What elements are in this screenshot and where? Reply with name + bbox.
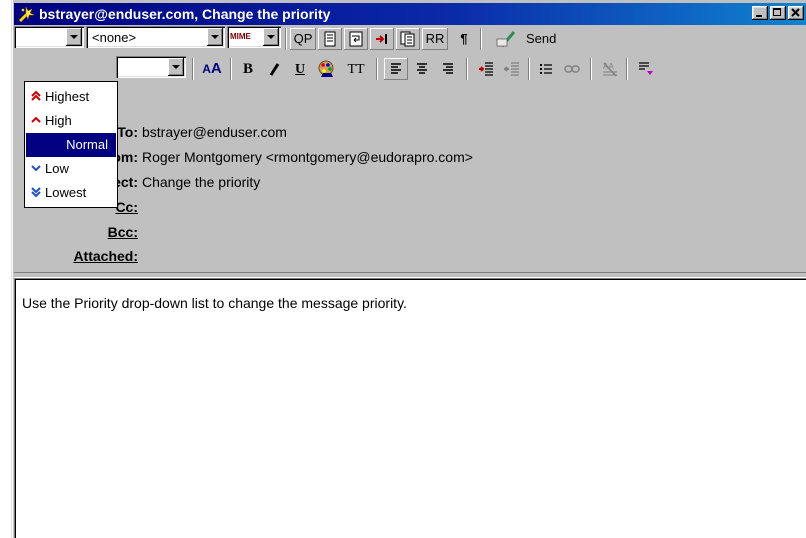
indent-icon <box>479 62 493 76</box>
align-center-icon <box>417 63 427 74</box>
link-icon <box>564 65 580 73</box>
tab-arrow-icon <box>376 34 387 44</box>
return-receipt-button[interactable]: RR <box>422 28 448 50</box>
align-left-icon <box>391 63 401 74</box>
encoding-dropdown[interactable]: MIME <box>227 26 281 48</box>
priority-option-high[interactable]: High <box>26 109 116 133</box>
clear-formatting-icon: AA <box>603 62 617 77</box>
italic-button[interactable] <box>262 58 286 80</box>
bullet-list-button[interactable] <box>534 58 558 80</box>
bold-button[interactable]: B <box>236 58 260 80</box>
pilcrow-icon: ¶ <box>460 31 468 46</box>
priority-dropdown-button[interactable] <box>66 28 82 46</box>
rr-label: RR <box>425 31 445 46</box>
window-title: bstrayer@enduser.com, Change the priorit… <box>39 6 331 22</box>
double-down-arrow-icon <box>31 187 41 198</box>
bcc-field[interactable] <box>142 224 782 242</box>
minimize-icon <box>756 15 762 17</box>
clear-formatting-button[interactable]: AA <box>598 58 622 80</box>
align-center-button[interactable] <box>410 58 434 80</box>
compose-window: bstrayer@enduser.com, Change the priorit… <box>11 0 806 538</box>
double-up-arrow-icon <box>31 90 41 101</box>
align-right-icon <box>443 63 453 74</box>
outdent-button[interactable] <box>500 58 524 80</box>
cc-label: Cc: <box>115 199 138 215</box>
word-wrap-button[interactable] <box>344 28 368 50</box>
align-left-button[interactable] <box>384 58 408 80</box>
mime-label: MIME <box>230 32 251 41</box>
eudora-app-icon <box>18 6 35 23</box>
more-options-button[interactable] <box>634 58 658 80</box>
subject-field[interactable]: Change the priority <box>142 174 260 190</box>
font-size-icon: AA <box>202 60 222 77</box>
teletype-button[interactable]: TT <box>342 58 370 80</box>
document-icon <box>324 31 336 47</box>
qp-label: QP <box>293 31 313 46</box>
toolbar-row-1: <none> MIME QP RR ¶ Send <box>14 26 806 54</box>
underline-label: U <box>294 62 306 77</box>
text-as-attachment-button[interactable] <box>318 28 342 50</box>
maximize-button[interactable] <box>770 6 786 20</box>
up-arrow-icon <box>31 116 41 123</box>
font-size-button[interactable]: AA <box>200 58 224 80</box>
title-bar[interactable]: bstrayer@enduser.com, Change the priorit… <box>14 3 806 25</box>
minimize-button[interactable] <box>752 6 768 20</box>
keep-copy-button[interactable] <box>396 28 420 50</box>
insert-link-button[interactable] <box>560 58 584 80</box>
signature-value: <none> <box>92 30 137 45</box>
priority-option-label: Lowest <box>45 185 87 200</box>
cc-field[interactable] <box>142 199 782 217</box>
close-button[interactable] <box>788 6 804 20</box>
priority-option-label: Highest <box>45 89 90 104</box>
priority-option-low[interactable]: Low <box>26 157 116 181</box>
from-field[interactable]: Roger Montgomery <rmontgomery@eudorapro.… <box>142 149 473 165</box>
encoding-dropdown-button[interactable] <box>263 28 279 46</box>
to-field[interactable]: bstrayer@enduser.com <box>142 124 287 140</box>
tt-label: TT <box>347 62 365 77</box>
down-arrow-icon <box>31 165 41 172</box>
tab-in-body-button[interactable] <box>370 28 394 50</box>
attached-field[interactable] <box>142 248 782 266</box>
priority-option-label: Normal <box>66 137 108 152</box>
priority-option-lowest[interactable]: Lowest <box>26 181 116 205</box>
priority-menu: Highest High Normal Low Lowest <box>24 81 118 208</box>
send-icon <box>496 31 516 48</box>
font-dropdown-button[interactable] <box>168 58 184 76</box>
priority-option-normal[interactable]: Normal <box>26 133 116 157</box>
message-body-text: Use the Priority drop-down list to chang… <box>22 295 407 311</box>
align-right-button[interactable] <box>436 58 460 80</box>
signature-dropdown[interactable]: <none> <box>86 26 225 48</box>
underline-button[interactable]: U <box>288 58 312 80</box>
priority-option-highest[interactable]: Highest <box>26 85 116 109</box>
dropdown-menu-icon <box>639 62 653 75</box>
color-palette-icon <box>318 60 334 77</box>
send-button[interactable]: Send <box>488 28 576 50</box>
bold-label: B <box>242 61 253 77</box>
to-label: To: <box>117 124 138 140</box>
outdent-icon <box>503 62 519 76</box>
toolbar-row-2: AA B U TT AA <box>14 56 806 84</box>
italic-icon <box>269 63 280 76</box>
priority-option-label: High <box>45 113 72 128</box>
attached-label: Attached: <box>73 248 138 264</box>
word-wrap-icon <box>349 31 363 47</box>
send-label: Send <box>526 31 557 46</box>
copy-document-icon <box>400 31 415 47</box>
message-header: To: bstrayer@enduser.com From: Roger Mon… <box>14 86 806 272</box>
show-formatting-button[interactable]: ¶ <box>452 28 476 50</box>
qp-button[interactable]: QP <box>290 28 316 50</box>
text-color-button[interactable] <box>314 58 338 80</box>
bcc-label: Bcc: <box>107 224 138 240</box>
message-body[interactable]: Use the Priority drop-down list to chang… <box>14 278 806 538</box>
priority-dropdown[interactable] <box>14 26 84 48</box>
indent-button[interactable] <box>474 58 498 80</box>
priority-option-label: Low <box>45 161 69 176</box>
bullet-list-icon <box>540 64 552 74</box>
close-icon <box>791 8 800 17</box>
signature-dropdown-button[interactable] <box>207 28 223 46</box>
font-dropdown[interactable] <box>116 56 186 78</box>
maximize-icon <box>773 8 781 16</box>
